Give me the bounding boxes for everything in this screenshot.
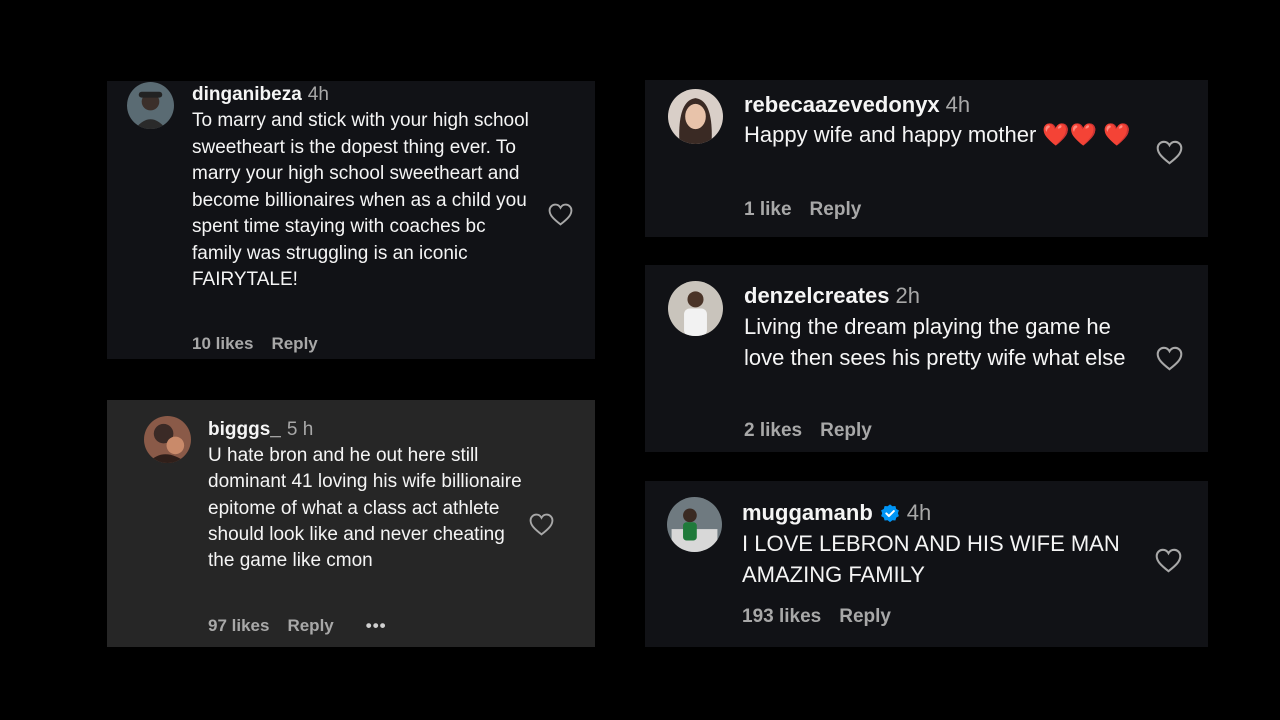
comment-text: Living the dream playing the game he lov… (744, 314, 1126, 370)
timestamp: 4h (906, 500, 932, 525)
avatar[interactable] (668, 281, 723, 336)
comment-card: rebecaazevedonyx 4h Happy wife and happy … (645, 80, 1208, 237)
comment-card: muggamanb 4h I LOVE LEBRON AND HIS WIFE M… (645, 481, 1208, 647)
comment-text: I LOVE LEBRON AND HIS WIFE MAN AMAZING F… (742, 531, 1120, 587)
reply-button[interactable]: Reply (271, 334, 317, 353)
timestamp: 5 h (286, 419, 314, 440)
comment-card: dinganibeza 4h To marry and stick with yo… (107, 81, 595, 359)
username[interactable]: muggamanb (742, 500, 873, 525)
comment-actions: 10 likes Reply (192, 334, 336, 354)
avatar[interactable] (144, 416, 191, 463)
likes-count[interactable]: 2 likes (744, 420, 802, 441)
comment-header: bigggs_ 5 h (208, 419, 313, 441)
heart-outline-icon[interactable] (1156, 346, 1183, 371)
comment-header: dinganibeza 4h (192, 84, 329, 106)
reply-button[interactable]: Reply (820, 420, 872, 441)
comment-text: Happy wife and happy mother ❤️❤️ ❤️ (744, 122, 1131, 147)
more-options-icon[interactable]: ••• (366, 616, 387, 635)
comment-actions: 193 likes Reply (742, 606, 909, 628)
likes-count[interactable]: 193 likes (742, 606, 821, 627)
comment-header: muggamanb 4h (742, 500, 931, 526)
timestamp: 2h (895, 283, 921, 308)
comment-actions: 2 likes Reply (744, 420, 890, 442)
comment-text: To marry and stick with your high school… (192, 110, 529, 290)
avatar[interactable] (668, 89, 723, 144)
reply-button[interactable]: Reply (287, 616, 333, 635)
timestamp: 4h (307, 84, 329, 105)
likes-count[interactable]: 97 likes (208, 616, 269, 635)
timestamp: 4h (945, 92, 971, 117)
username[interactable]: rebecaazevedonyx (744, 92, 940, 117)
username[interactable]: denzelcreates (744, 283, 890, 308)
heart-outline-icon[interactable] (529, 513, 554, 536)
comment-card: bigggs_ 5 h U hate bron and he out here s… (107, 400, 595, 647)
comment-actions: 97 likes Reply ••• (208, 616, 405, 636)
comment-text: U hate bron and he out here still domina… (208, 445, 522, 572)
username[interactable]: bigggs_ (208, 419, 281, 440)
comment-card: denzelcreates 2h Living the dream playing… (645, 265, 1208, 452)
avatar[interactable] (127, 82, 174, 129)
comment-header: denzelcreates 2h (744, 283, 920, 309)
verified-badge-icon (879, 503, 901, 525)
likes-count[interactable]: 10 likes (192, 334, 253, 353)
heart-outline-icon[interactable] (1155, 548, 1182, 573)
heart-outline-icon[interactable] (1156, 140, 1183, 165)
heart-outline-icon[interactable] (548, 203, 573, 226)
avatar[interactable] (667, 497, 722, 552)
likes-count[interactable]: 1 like (744, 199, 792, 220)
username[interactable]: dinganibeza (192, 84, 302, 105)
comment-actions: 1 like Reply (744, 199, 879, 221)
reply-button[interactable]: Reply (810, 199, 862, 220)
reply-button[interactable]: Reply (839, 606, 891, 627)
comment-header: rebecaazevedonyx 4h (744, 92, 970, 118)
